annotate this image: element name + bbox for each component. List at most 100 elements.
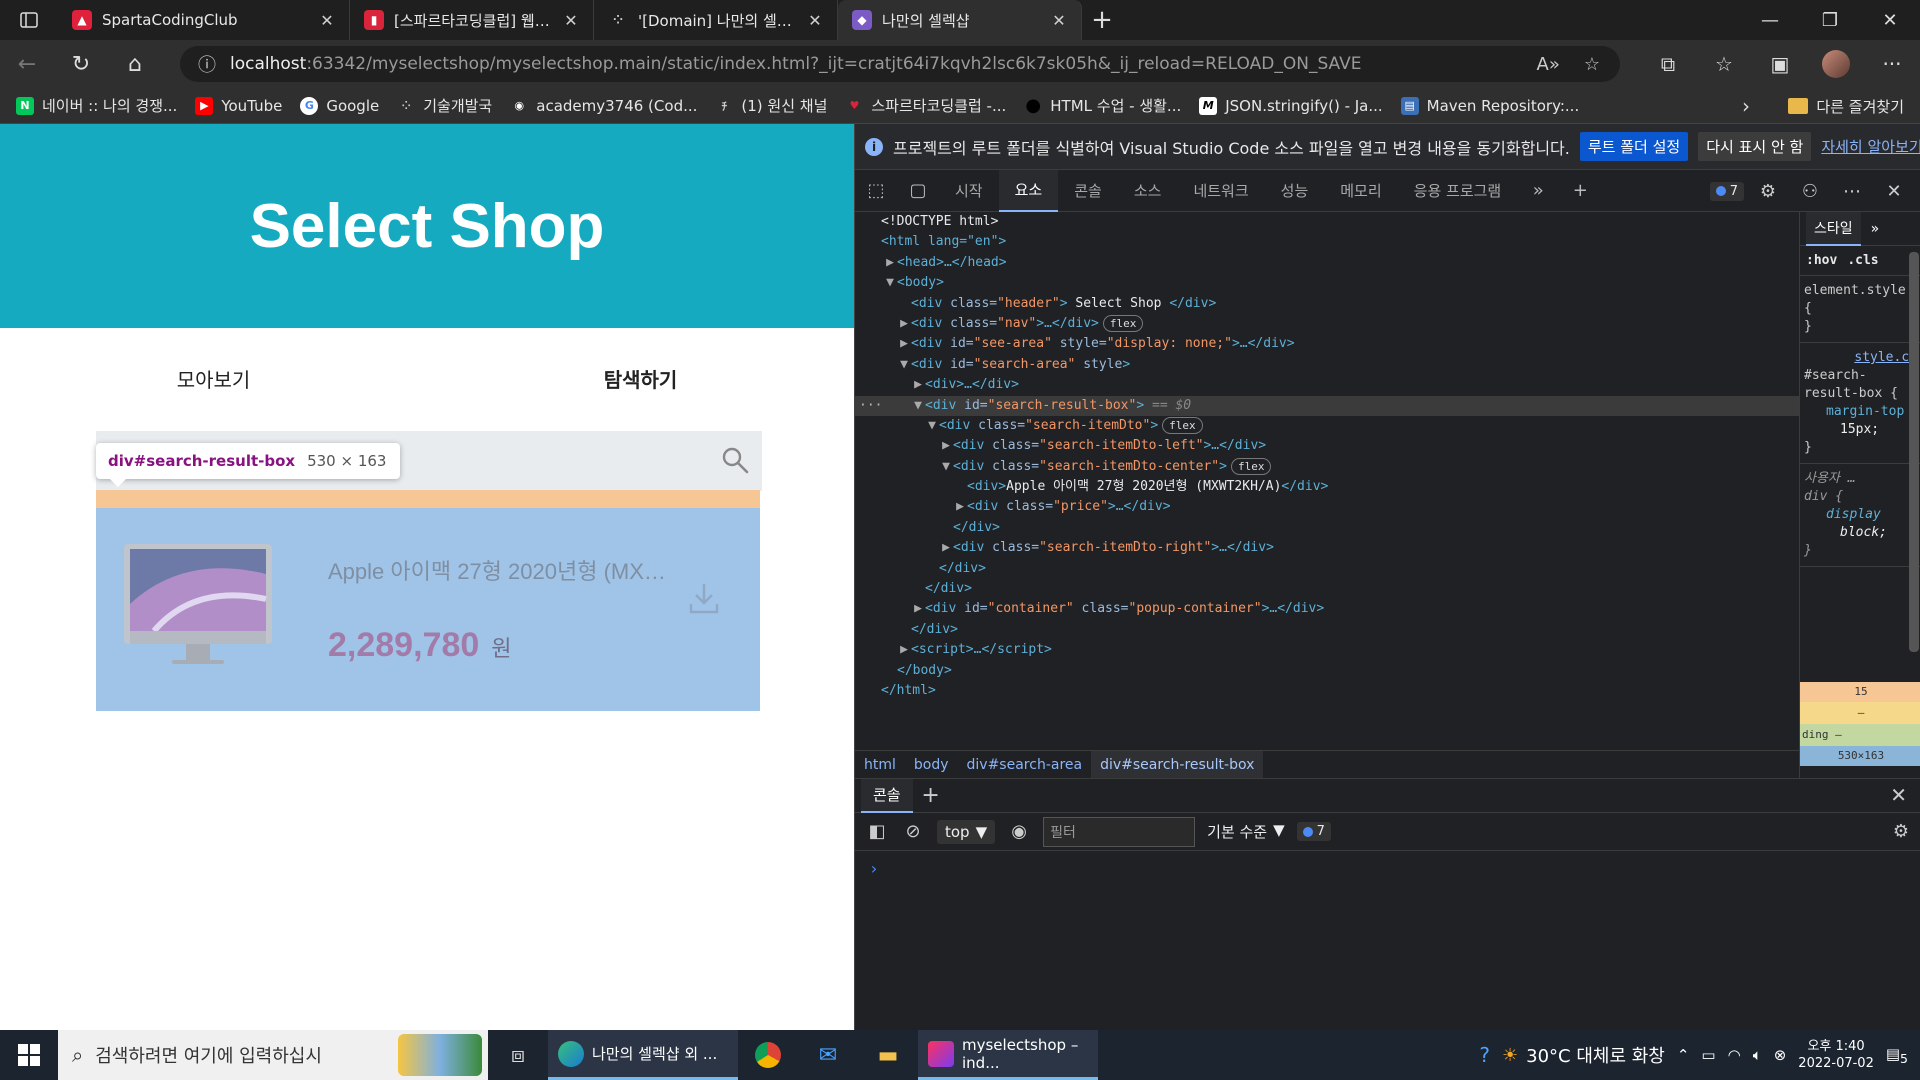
bookmarks-overflow-button[interactable]: › [1742,88,1750,124]
bookmark-3[interactable]: ⁘ 기술개발국 [397,95,493,116]
tab-sources[interactable]: 소스 [1118,170,1178,212]
box-padding[interactable]: ding – [1800,724,1920,746]
tree-line[interactable]: <!DOCTYPE html> [855,212,1799,232]
notification-center-button[interactable]: ▤5 [1886,1045,1908,1066]
element-style-rule[interactable]: element.style { } [1800,276,1920,343]
wifi-icon[interactable]: ◠ [1728,1046,1741,1064]
tab-actions-button[interactable] [0,0,58,40]
tree-line[interactable]: </div> [855,559,1799,579]
bookmark-5[interactable]: ﾁ (1) 원신 채널 [715,95,828,116]
tab-console[interactable]: 콘솔 [1058,170,1118,212]
styles-tab[interactable]: 스타일 [1806,212,1861,246]
clear-console-icon[interactable]: ⊘ [901,821,925,842]
bookmark-7[interactable]: ● HTML 수업 - 생활... [1024,95,1181,116]
set-root-folder-button[interactable]: 루트 폴더 설정 [1579,132,1689,161]
taskbar-edge-app[interactable]: 나만의 셀렉샵 외 ... [548,1030,738,1080]
tree-line[interactable]: ▶ <div class="search-itemDto-left">…</div… [855,436,1799,456]
breadcrumb-body[interactable]: body [905,751,958,779]
log-level-select[interactable]: 기본 수준 ▼ [1207,821,1285,842]
search-result-box-rule[interactable]: style.c… #search-result-box { margin-top… [1800,343,1920,464]
add-favorite-icon[interactable]: ☆ [1584,54,1600,75]
breadcrumb-search-area[interactable]: div#search-area [958,751,1092,779]
tab-welcome[interactable]: 시작 [939,170,999,212]
issues-badge[interactable]: 7 [1709,181,1744,201]
info-icon[interactable]: ⓘ [198,51,216,77]
browser-tab-3[interactable]: ◆ 나만의 셀렉샵 ✕ [838,0,1082,40]
read-aloud-icon[interactable]: A» [1537,54,1560,75]
chevron-up-icon[interactable]: ⌃ [1677,1046,1690,1064]
collections-button[interactable]: ▣ [1752,52,1808,76]
home-button[interactable]: ⌂ [108,40,162,88]
tab-close-icon[interactable]: ✕ [805,10,825,30]
rule-value[interactable]: 15px; [1804,421,1917,439]
bookmark-9[interactable]: ▤ Maven Repository:... [1400,96,1579,115]
bookmark-1[interactable]: ▶ YouTube [195,96,282,115]
profile-avatar[interactable] [1822,50,1850,78]
file-explorer-button[interactable]: ▬ [858,1030,918,1080]
bookmark-4[interactable]: ◉ academy3746 (Cod... [510,97,697,115]
tree-line[interactable]: ▼ <div class="search-itemDto-center"> flex [855,457,1799,477]
tree-line-selected[interactable]: ··· ▼ <div id="search-result-box"> == $0 [855,395,1799,416]
browser-tab-2[interactable]: ⁘ '[Domain] 나만의 셀렉샵 만들기' ✕ [594,0,838,40]
tab-elements[interactable]: 요소 [998,169,1059,212]
other-bookmarks-folder[interactable]: 다른 즐겨찾기 [1788,88,1904,124]
console-issues-badge[interactable]: 7 [1296,822,1331,841]
more-options-icon[interactable]: ⋯ [1834,181,1870,202]
tree-line[interactable]: ▶ <div>…</div> [855,375,1799,395]
tab-close-icon[interactable]: ✕ [561,10,581,30]
tree-line[interactable]: <html lang="en"> [855,232,1799,252]
tab-close-icon[interactable]: ✕ [317,10,337,30]
maximize-button[interactable]: ❐ [1800,0,1860,40]
tree-line[interactable]: ▶ <div class="search-itemDto-right">…</di… [855,538,1799,558]
tab-memory[interactable]: 메모리 [1324,170,1397,212]
box-border-value[interactable]: – [1800,702,1920,724]
tree-line[interactable]: ▶ <div class="price">…</div> [855,497,1799,517]
tree-line[interactable]: </div> [855,620,1799,640]
more-tabs-icon[interactable]: » [1517,180,1559,201]
tree-line[interactable]: </body> [855,661,1799,681]
rule-property[interactable]: margin-top [1804,403,1917,421]
tree-line[interactable]: </html> [855,681,1799,701]
tree-line[interactable]: ▼ <div id="search-area" style> [855,355,1799,375]
tree-line[interactable]: ▶ <div id="container" class="popup-contai… [855,599,1799,619]
chrome-button[interactable] [738,1030,798,1080]
browser-tab-1[interactable]: ▮ [스파르타코딩클럽] 웹개발의 봄 ✕ [350,0,594,40]
tree-line[interactable]: </div> [855,579,1799,599]
taskbar-intellij-app[interactable]: myselectshop – ind... [918,1030,1098,1080]
styles-more-icon[interactable]: » [1871,221,1880,237]
tab-close-icon[interactable]: ✕ [1049,10,1069,30]
bookmark-8[interactable]: M JSON.stringify() - Ja... [1199,96,1383,115]
task-view-button[interactable]: ⧈ [488,1030,548,1080]
breadcrumb-html[interactable]: html [855,751,905,779]
add-tab-icon[interactable]: + [1559,180,1601,201]
weather-widget[interactable]: ☀ 30°C 대체로 화창 [1502,1042,1665,1068]
tab-network[interactable]: 네트워크 [1177,170,1264,212]
start-button[interactable] [0,1030,58,1080]
tree-line[interactable]: ▼ <body> [855,273,1799,293]
extensions-button[interactable]: ⧉ [1640,52,1696,76]
back-button[interactable]: ← [0,40,54,88]
drawer-add-icon[interactable]: + [913,783,949,808]
system-clock[interactable]: 오후 1:40 2022-07-02 [1798,1038,1874,1072]
volume-icon[interactable]: 🔈︎ [1753,1046,1762,1064]
console-settings-icon[interactable]: ⚙ [1893,821,1909,842]
styles-scrollbar[interactable] [1909,252,1919,652]
taskbar-search[interactable]: ⌕ 검색하려면 여기에 입력하십시 [58,1030,488,1080]
device-toggle-icon[interactable]: ▢ [897,180,939,201]
tab-application[interactable]: 응용 프로그램 [1398,170,1518,212]
refresh-button[interactable]: ↻ [54,40,108,88]
sidebar-toggle-icon[interactable]: ◧ [865,821,889,842]
tree-line[interactable]: ▶ <div class="nav">…</div> flex [855,314,1799,334]
download-icon[interactable] [686,580,722,616]
favorites-button[interactable]: ☆ [1696,52,1752,76]
drawer-close-icon[interactable]: ✕ [1890,783,1907,807]
tree-line[interactable]: ▶ <script>…</script> [855,640,1799,660]
console-filter-input[interactable]: 필터 [1043,816,1196,847]
nav-see-tab[interactable]: 모아보기 [0,364,427,393]
context-select[interactable]: top ▼ [937,819,996,844]
settings-menu-button[interactable]: ··· [1864,52,1920,76]
devtools-settings-icon[interactable]: ⚙ [1750,181,1786,202]
mail-button[interactable]: ✉ [798,1030,858,1080]
tree-line[interactable]: ▶ <head>…</head> [855,253,1799,273]
bookmark-6[interactable]: ♥ 스파르타코딩클럽 -... [845,95,1006,116]
